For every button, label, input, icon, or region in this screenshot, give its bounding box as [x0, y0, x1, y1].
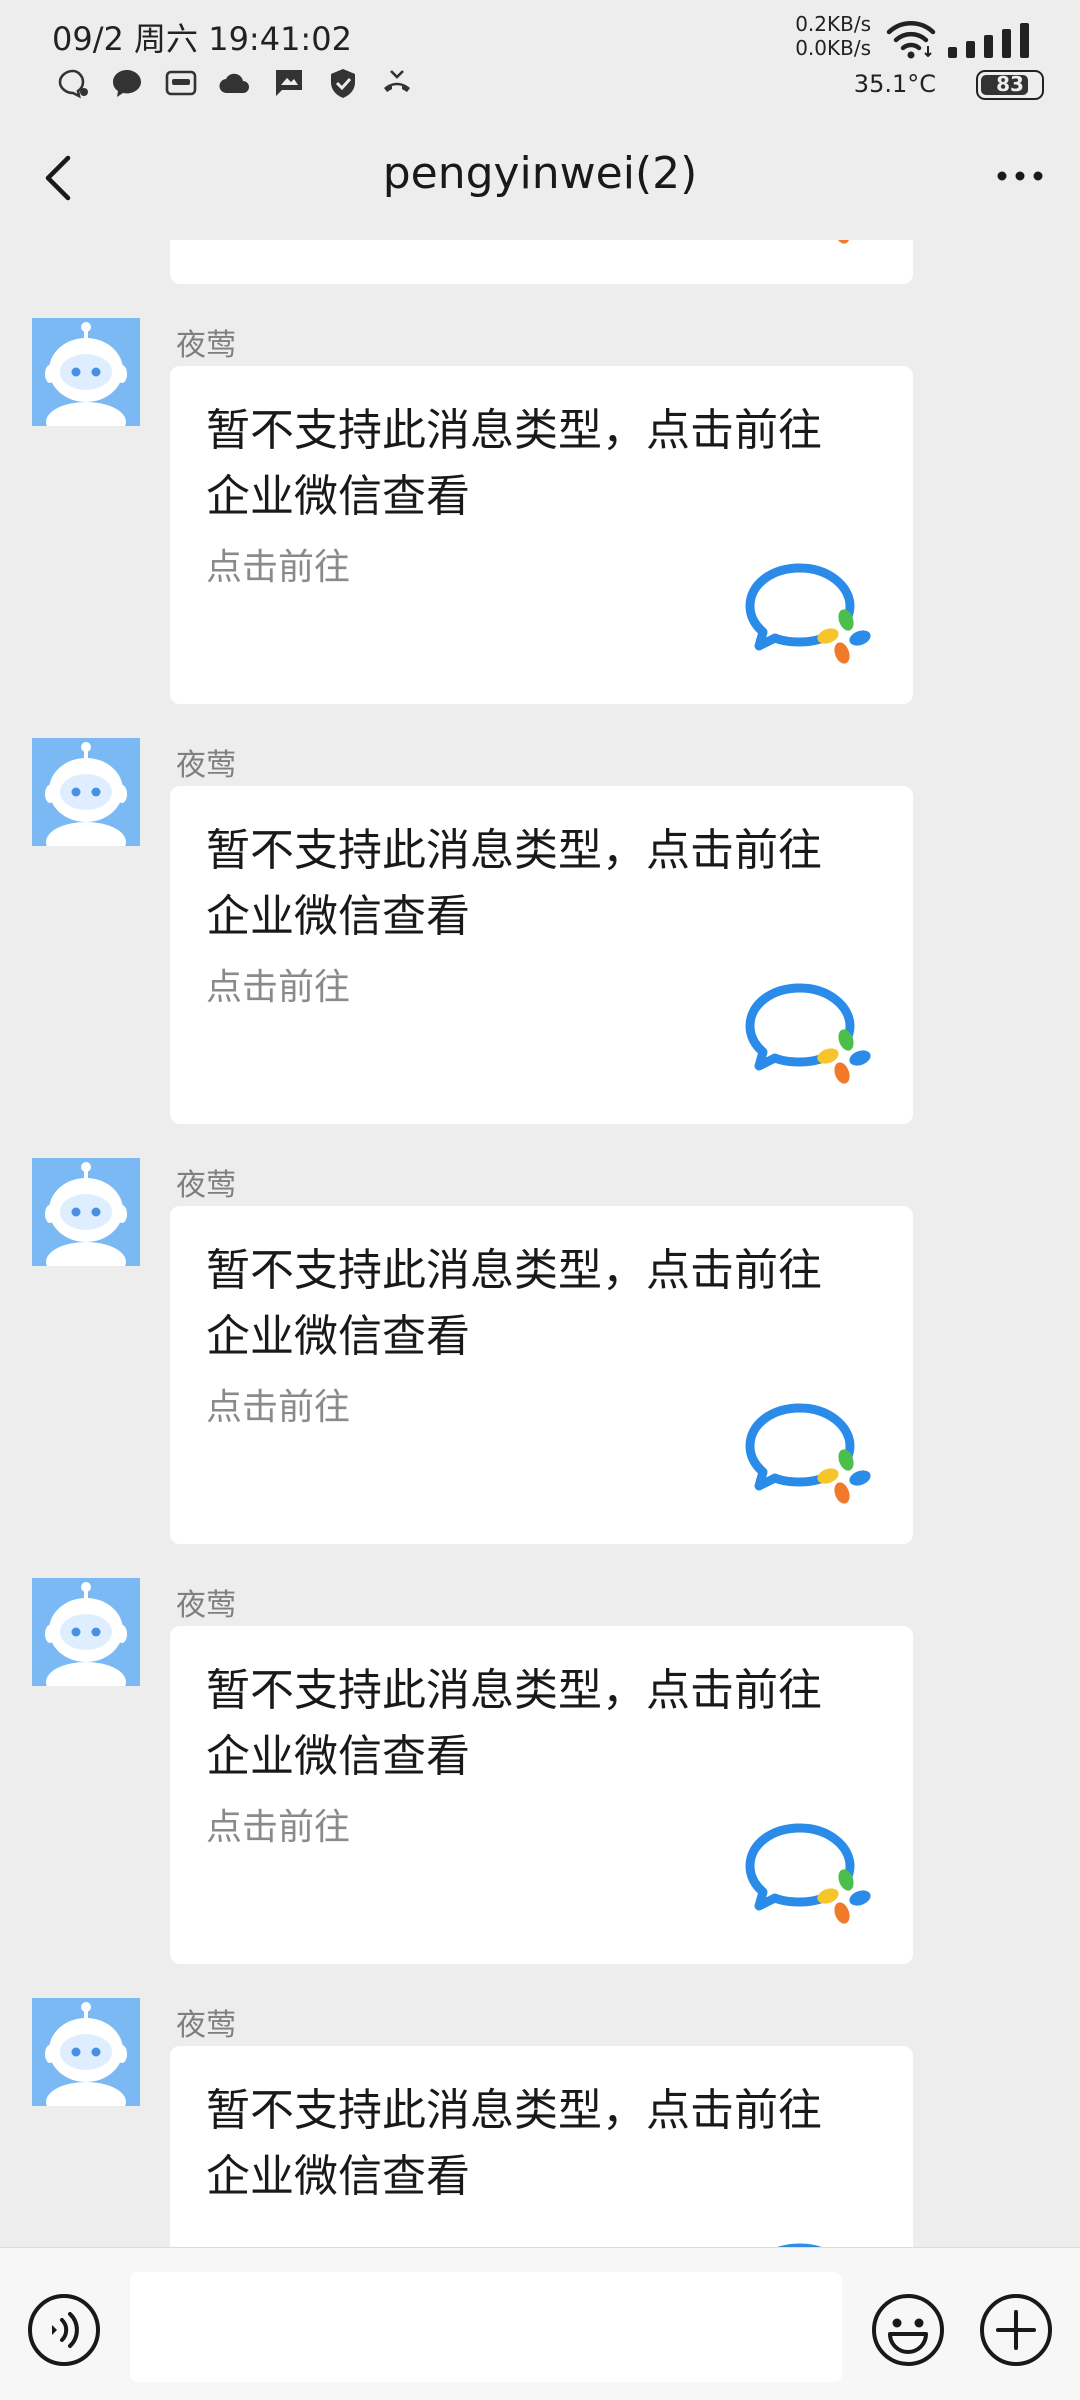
wecom-logo-icon — [745, 563, 871, 664]
sender-name: 夜莺 — [176, 748, 236, 783]
notification-icons — [56, 66, 414, 100]
message-card-title: 暂不支持此消息类型，点击前往企业微信查看 — [206, 405, 822, 522]
message-item: 夜莺 暂不支持此消息类型，点击前往企业微信查看 点击前往 — [0, 318, 1080, 738]
message-card[interactable]: 暂不支持此消息类型，点击前往企业微信查看 点击前往 — [170, 1626, 913, 1964]
card-icon — [165, 70, 197, 96]
chat-bubble-outline-icon — [58, 69, 88, 99]
message-card-link: 点击前往 — [206, 547, 351, 588]
message-item: 夜莺 暂不支持此消息类型，点击前往企业微信查看 — [0, 1998, 1080, 2247]
sender-name: 夜莺 — [176, 1588, 236, 1623]
status-datetime: 09/2 周六 19:41:02 — [52, 20, 352, 58]
robot-avatar-icon — [32, 1578, 140, 1686]
message-item: 点击前往 — [0, 240, 1080, 318]
wecom-logo-icon — [778, 2243, 822, 2247]
sender-name: 夜莺 — [176, 2008, 236, 2043]
message-card-title: 暂不支持此消息类型，点击前往企业微信查看 — [206, 2085, 822, 2202]
sender-avatar[interactable] — [32, 738, 140, 846]
battery-level: 83 — [996, 72, 1024, 96]
wecom-logo-icon — [834, 240, 850, 244]
message-card[interactable]: 点击前往 — [170, 240, 913, 284]
plus-button[interactable] — [978, 2292, 1054, 2368]
message-card-title: 暂不支持此消息类型，点击前往企业微信查看 — [206, 1245, 822, 1362]
message-card[interactable]: 暂不支持此消息类型，点击前往企业微信查看 点击前往 — [170, 1206, 913, 1544]
signal-icon — [948, 23, 1029, 58]
network-speed: 0.2KB/s 0.0KB/s — [795, 12, 871, 60]
missed-call-icon — [384, 70, 410, 92]
sender-name: 夜莺 — [176, 1168, 236, 1203]
wifi-icon — [886, 21, 936, 59]
voice-button[interactable] — [26, 2292, 102, 2368]
message-item: 夜莺 暂不支持此消息类型，点击前往企业微信查看 点击前往 — [0, 1158, 1080, 1578]
message-card-link: 点击前往 — [206, 967, 351, 1008]
status-right: 0.2KB/s 0.0KB/s 35.1°C 83 — [795, 10, 1046, 110]
chat-bubble-icon — [113, 70, 141, 97]
temperature: 35.1°C — [853, 70, 936, 98]
message-card[interactable]: 暂不支持此消息类型，点击前往企业微信查看 — [170, 2046, 913, 2247]
battery-icon: 83 — [976, 70, 1044, 100]
download-speed: 0.0KB/s — [795, 36, 871, 60]
message-card[interactable]: 暂不支持此消息类型，点击前往企业微信查看 点击前往 — [170, 786, 913, 1124]
cloud-icon — [219, 73, 249, 94]
wecom-logo-icon — [745, 983, 871, 1084]
emoji-button[interactable] — [870, 2292, 946, 2368]
sender-avatar[interactable] — [32, 1158, 140, 1266]
message-card[interactable]: 暂不支持此消息类型，点击前往企业微信查看 点击前往 — [170, 366, 913, 704]
shield-check-icon — [331, 69, 355, 98]
wecom-logo-icon — [745, 1403, 871, 1504]
upload-speed: 0.2KB/s — [795, 12, 871, 36]
chat-header: pengyinwei(2) — [0, 118, 1080, 240]
message-card-title: 暂不支持此消息类型，点击前往企业微信查看 — [206, 1665, 822, 1782]
chat-title: pengyinwei(2) — [382, 148, 698, 199]
message-card-link: 点击前往 — [206, 1387, 351, 1428]
message-card-title: 暂不支持此消息类型，点击前往企业微信查看 — [206, 825, 822, 942]
image-message-icon — [276, 70, 302, 96]
wecom-logo-icon — [745, 1823, 871, 1924]
status-bar: 09/2 周六 19:41:02 0.2KB/s 0.0KB/s 35.1°C … — [0, 0, 1080, 118]
sender-name: 夜莺 — [176, 328, 236, 363]
message-item: 夜莺 暂不支持此消息类型，点击前往企业微信查看 点击前往 — [0, 738, 1080, 1158]
message-input[interactable] — [130, 2272, 842, 2382]
sender-avatar[interactable] — [32, 1998, 140, 2106]
robot-avatar-icon — [32, 1158, 140, 1266]
message-list[interactable]: 点击前往 夜莺 暂不支持此消息类型 — [0, 240, 1080, 2247]
message-item: 夜莺 暂不支持此消息类型，点击前往企业微信查看 点击前往 — [0, 1578, 1080, 1998]
robot-avatar-icon — [32, 1998, 140, 2106]
more-options-button[interactable] — [990, 156, 1050, 196]
sender-avatar[interactable] — [32, 1578, 140, 1686]
robot-avatar-icon — [32, 738, 140, 846]
sender-avatar[interactable] — [32, 318, 140, 426]
robot-avatar-icon — [32, 318, 140, 426]
input-bar — [0, 2247, 1080, 2400]
message-card-link: 点击前往 — [206, 1807, 351, 1848]
